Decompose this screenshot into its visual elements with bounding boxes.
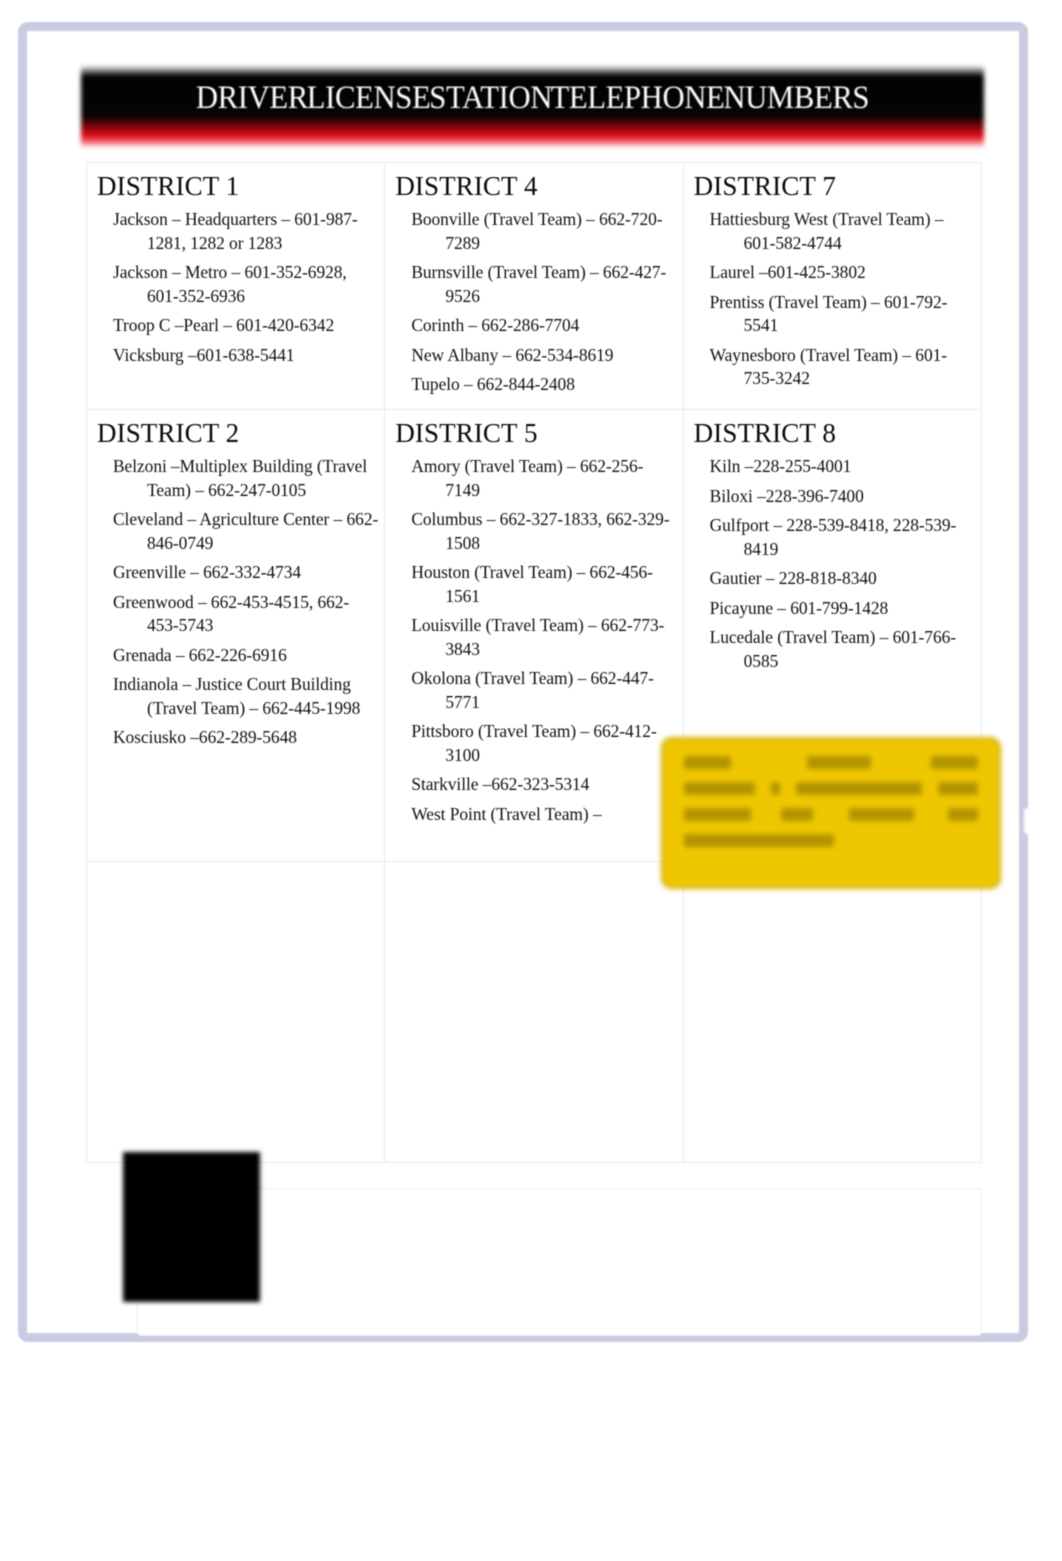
station-item: Grenada – 662-226-6916 xyxy=(113,644,287,665)
redaction-block xyxy=(806,756,872,769)
station-item: Belzoni –Multiplex Building (Travel Team… xyxy=(113,456,368,500)
bottom-black-placeholder xyxy=(123,1152,260,1302)
station-item: Gautier – 228-818-8340 xyxy=(709,568,877,589)
redaction-block xyxy=(795,782,923,795)
district-heading: DISTRICT 5 xyxy=(395,418,538,448)
bottom-content-panel xyxy=(137,1188,982,1336)
district-heading: DISTRICT 8 xyxy=(693,418,836,448)
district-cell-4: DISTRICT 4 Boonville (Travel Team) – 662… xyxy=(385,163,684,410)
redaction-block xyxy=(684,808,752,821)
district-cell-1: DISTRICT 1 Jackson – Headquarters – 601-… xyxy=(87,163,386,410)
station-item: Corinth – 662-286-7704 xyxy=(411,315,580,336)
station-list: Belzoni –Multiplex Building (Travel Team… xyxy=(97,455,378,749)
empty-cell-col2 xyxy=(385,862,684,1163)
empty-cell-col1 xyxy=(87,862,386,1163)
station-item: Burnsville (Travel Team) – 662-427-9526 xyxy=(411,262,667,306)
station-item: Louisville (Travel Team) – 662-773-3843 xyxy=(411,615,665,659)
station-item: Picayune – 601-799-1428 xyxy=(709,597,889,618)
empty-cell-col3 xyxy=(683,862,982,1163)
district-heading: DISTRICT 1 xyxy=(97,171,240,201)
station-item: Boonville (Travel Team) – 662-720-7289 xyxy=(411,209,663,253)
station-item: Pittsboro (Travel Team) – 662-412-3100 xyxy=(411,721,657,765)
district-heading: DISTRICT 2 xyxy=(97,418,240,448)
station-item: Prentiss (Travel Team) – 601-792-5541 xyxy=(709,291,948,336)
station-item: Hattiesburg West (Travel Team) – 601-582… xyxy=(709,209,944,253)
station-item: Laurel –601-425-3802 xyxy=(709,262,866,283)
station-item: Cleveland – Agriculture Center – 662-846… xyxy=(113,509,379,553)
redaction-line xyxy=(684,834,978,847)
station-item: Biloxi –228-396-7400 xyxy=(709,485,864,506)
district-cell-7: DISTRICT 7 Hattiesburg West (Travel Team… xyxy=(683,163,982,410)
redaction-block xyxy=(684,782,755,795)
page-title: DRIVER LICENSE STATION TELEPHONE NUMBERS xyxy=(195,80,870,116)
station-item: Jackson – Headquarters – 601-987-1281, 1… xyxy=(113,209,358,253)
station-item: Kosciusko –662-289-5648 xyxy=(113,727,297,748)
station-item: Indianola – Justice Court Building (Trav… xyxy=(113,674,361,718)
station-list: Hattiesburg West (Travel Team) – 601-582… xyxy=(694,208,975,390)
station-item: Lucedale (Travel Team) – 601-766-0585 xyxy=(709,627,956,671)
station-item: Greenwood – 662-453-4515, 662-453-5743 xyxy=(113,591,350,636)
station-list: Kiln –228-255-4001 Biloxi –228-396-7400 … xyxy=(694,455,975,673)
redaction-block xyxy=(848,808,915,821)
district-heading: DISTRICT 7 xyxy=(693,171,836,201)
redaction-block xyxy=(938,782,979,795)
frame-notch xyxy=(1024,808,1038,834)
station-list: Boonville (Travel Team) – 662-720-7289 B… xyxy=(395,208,676,396)
redaction-block xyxy=(770,782,780,795)
station-item: Amory (Travel Team) – 662-256-7149 xyxy=(411,456,644,500)
redaction-line xyxy=(684,808,978,821)
station-item: Houston (Travel Team) – 662-456-1561 xyxy=(411,562,653,606)
station-item: Columbus – 662-327-1833, 662-329-1508 xyxy=(411,509,670,553)
slide-page: DRIVER LICENSE STATION TELEPHONE NUMBERS… xyxy=(34,38,1012,1336)
station-item: Starkville –662-323-5314 xyxy=(411,774,590,795)
district-cell-5: DISTRICT 5 Amory (Travel Team) – 662-256… xyxy=(385,410,684,862)
redaction-block xyxy=(931,756,978,769)
station-list: Amory (Travel Team) – 662-256-7149 Colum… xyxy=(395,455,676,826)
station-item: New Albany – 662-534-8619 xyxy=(411,344,614,365)
district-heading: DISTRICT 4 xyxy=(395,171,538,201)
yellow-redaction-callout xyxy=(661,737,1001,889)
district-table: DISTRICT 1 Jackson – Headquarters – 601-… xyxy=(86,162,982,1163)
redaction-line xyxy=(684,782,979,795)
station-item: Vicksburg –601-638-5441 xyxy=(113,344,295,365)
station-item: Greenville – 662-332-4734 xyxy=(113,562,302,583)
station-item: Kiln –228-255-4001 xyxy=(709,456,852,477)
station-item: Jackson – Metro – 601-352-6928, 601-352-… xyxy=(113,262,347,306)
station-item: West Point (Travel Team) – xyxy=(411,803,602,824)
station-item: Waynesboro (Travel Team) – 601-735-3242 xyxy=(709,344,947,389)
redaction-block xyxy=(684,756,731,769)
redaction-line xyxy=(684,756,978,769)
redaction-block xyxy=(684,834,834,847)
station-item: Troop C –Pearl – 601-420-6342 xyxy=(113,315,335,336)
station-list: Jackson – Headquarters – 601-987-1281, 1… xyxy=(97,208,378,367)
station-item: Tupelo – 662-844-2408 xyxy=(411,374,575,395)
district-cell-2: DISTRICT 2 Belzoni –Multiplex Building (… xyxy=(87,410,386,862)
redaction-block xyxy=(948,808,978,821)
station-item: Gulfport – 228-539-8418, 228-539-8419 xyxy=(709,515,957,559)
station-item: Okolona (Travel Team) – 662-447-5771 xyxy=(411,668,654,712)
redaction-block xyxy=(781,808,813,821)
